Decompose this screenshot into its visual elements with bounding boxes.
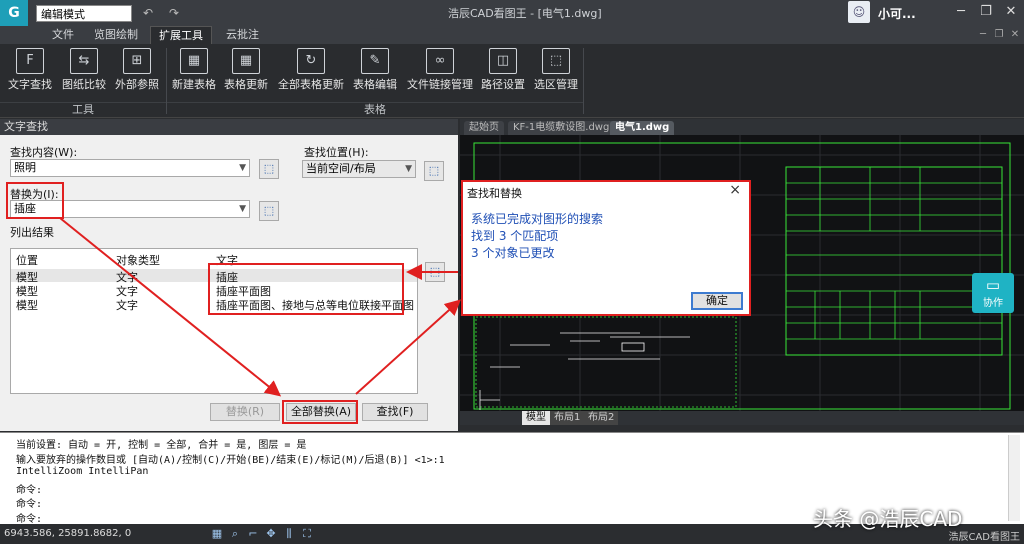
ortho-icon[interactable]: ⫼ bbox=[282, 527, 296, 541]
command-history: 当前设置: 自动 = 开, 控制 = 全部, 合并 = 是, 图层 = 是 bbox=[16, 440, 307, 451]
command-history: 输入要放弃的操作数目或 [自动(A)/控制(C)/开始(BE)/结束(E)/标记… bbox=[16, 455, 445, 466]
pan-icon[interactable]: ✥ bbox=[264, 527, 278, 541]
command-history: 命令: bbox=[16, 499, 43, 510]
fullscreen-icon[interactable]: ⛶ bbox=[300, 527, 314, 541]
command-prompt[interactable]: 命令: bbox=[16, 510, 42, 525]
command-history: 命令: bbox=[16, 485, 43, 496]
zoom-icon[interactable]: ⌕ bbox=[228, 527, 242, 541]
grid-icon[interactable]: ▦ bbox=[210, 527, 224, 541]
coordinates: 6943.586, 25891.8682, 0 bbox=[4, 528, 132, 539]
command-history: IntelliZoom IntelliPan bbox=[16, 466, 149, 477]
watermark: 头条 @浩辰CAD bbox=[813, 507, 963, 531]
command-scrollbar[interactable] bbox=[1008, 435, 1020, 521]
snap-icon[interactable]: ⌐ bbox=[246, 527, 260, 541]
